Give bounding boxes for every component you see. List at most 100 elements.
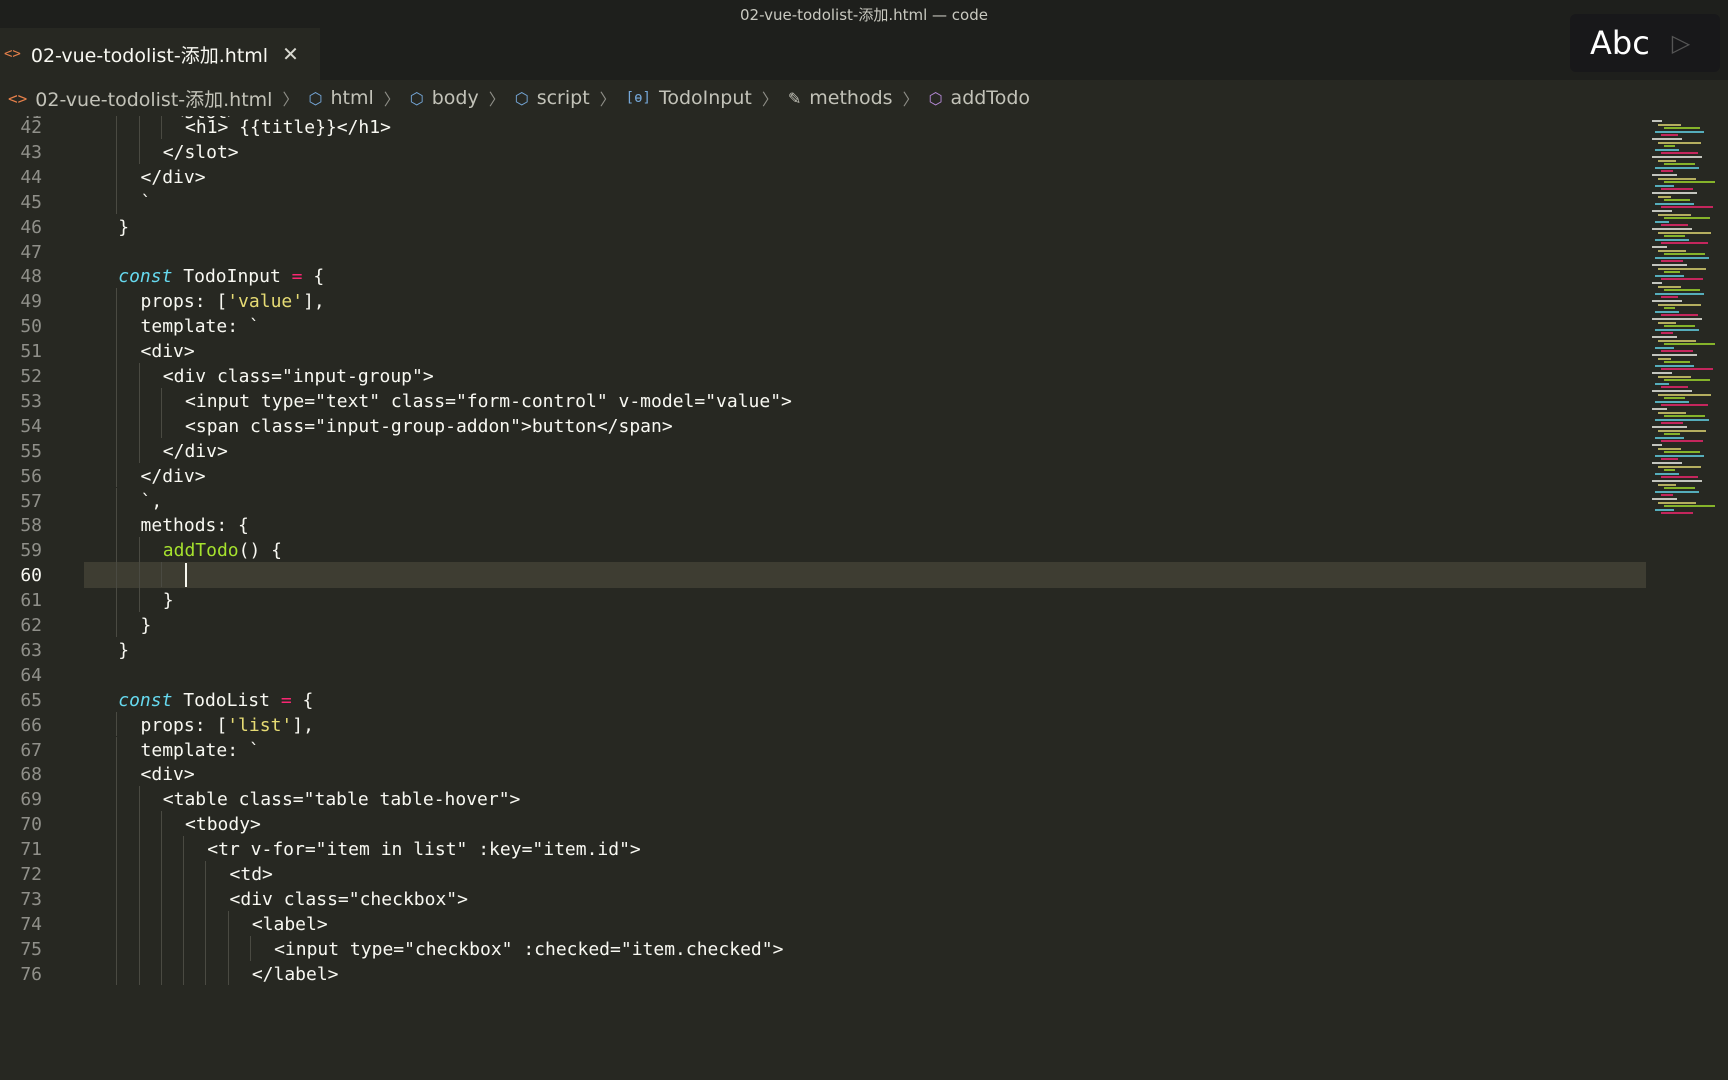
minimap-line bbox=[1655, 310, 1679, 313]
code-editor[interactable]: 4142434445464748495051525354555657585960… bbox=[0, 116, 1728, 1080]
minimap-line bbox=[1661, 242, 1708, 245]
minimap-line bbox=[1658, 267, 1706, 270]
minimap-line bbox=[1661, 512, 1693, 515]
line-number: 53 bbox=[20, 390, 42, 412]
indent-guide bbox=[205, 885, 207, 911]
breadcrumb-item[interactable]: ⬡ script 〉 bbox=[515, 86, 626, 110]
indent-guide bbox=[116, 786, 118, 812]
minimap-line bbox=[1661, 152, 1698, 155]
code-area[interactable]: <slot><h1> {{title}}</h1></slot></div>`}… bbox=[84, 116, 1644, 1080]
indent-guide bbox=[205, 910, 207, 936]
code-token-plain: ` bbox=[140, 191, 152, 213]
minimap-line bbox=[1652, 336, 1677, 338]
line-number: 68 bbox=[20, 764, 42, 786]
minimap-line bbox=[1664, 163, 1695, 166]
code-line: template: ` bbox=[141, 313, 260, 340]
code-line: props: ['list'], bbox=[141, 712, 314, 739]
line-number: 43 bbox=[20, 141, 42, 163]
breadcrumb-item[interactable]: [ɵ] TodoInput 〉 bbox=[626, 86, 788, 110]
indent-guide bbox=[116, 935, 118, 961]
line-number: 52 bbox=[20, 366, 42, 387]
line-number: 63 bbox=[20, 639, 42, 661]
minimap-line bbox=[1655, 382, 1669, 385]
chevron-right-icon: 〉 bbox=[383, 90, 400, 109]
code-token-plain: props: [ bbox=[140, 291, 228, 313]
minimap-line bbox=[1652, 372, 1672, 374]
code-line: `, bbox=[141, 488, 163, 515]
minimap-line bbox=[1664, 343, 1715, 346]
indent-guide bbox=[227, 960, 229, 986]
minimap[interactable] bbox=[1648, 116, 1728, 536]
indent-guide bbox=[138, 116, 140, 139]
minimap-line bbox=[1661, 494, 1673, 497]
breadcrumb-item[interactable]: <> 02-vue-todolist-添加.html 〉 bbox=[8, 85, 308, 112]
tab-editor-file[interactable]: <> 02-vue-todolist-添加.html ✕ bbox=[0, 28, 320, 80]
minimap-line bbox=[1655, 130, 1704, 133]
minimap-line bbox=[1664, 199, 1690, 202]
minimap-line bbox=[1658, 285, 1681, 288]
breadcrumb-item[interactable]: ⬡ html 〉 bbox=[308, 86, 409, 110]
breadcrumb-item[interactable]: ⬡ addTodo bbox=[929, 87, 1030, 109]
minimap-line bbox=[1658, 411, 1686, 414]
minimap-line bbox=[1652, 480, 1702, 482]
close-icon[interactable]: ✕ bbox=[282, 42, 299, 66]
breadcrumb-item[interactable]: ⬡ body 〉 bbox=[410, 86, 515, 110]
code-line: } bbox=[141, 612, 152, 639]
text-cursor bbox=[185, 563, 188, 588]
breadcrumb-label: addTodo bbox=[950, 87, 1030, 109]
indent-guide bbox=[138, 786, 140, 812]
code-line: <input type="checkbox" :checked="item.ch… bbox=[274, 936, 783, 963]
breadcrumb-label: 02-vue-todolist-添加.html bbox=[35, 88, 273, 111]
indent-guide bbox=[227, 910, 229, 936]
minimap-line bbox=[1652, 390, 1692, 392]
minimap-line bbox=[1661, 170, 1673, 173]
line-number: 59 bbox=[20, 540, 42, 562]
indent-guide bbox=[205, 960, 207, 986]
line-number: 42 bbox=[20, 117, 42, 138]
indent-guide bbox=[138, 910, 140, 936]
line-number: 60 bbox=[20, 565, 42, 587]
indent-guide bbox=[116, 188, 118, 214]
indent-guide bbox=[138, 885, 140, 911]
indent-guide bbox=[116, 811, 118, 837]
indent-guide bbox=[116, 836, 118, 861]
minimap-line bbox=[1652, 210, 1672, 212]
minimap-line bbox=[1664, 289, 1700, 292]
indent-guide bbox=[227, 935, 229, 961]
minimap-line bbox=[1652, 156, 1702, 158]
play-icon[interactable]: ▷ bbox=[1672, 29, 1690, 57]
code-token-plain: ], bbox=[292, 714, 314, 736]
code-line: ` bbox=[141, 189, 152, 216]
code-line: methods: { bbox=[141, 512, 249, 539]
line-number: 67 bbox=[20, 739, 42, 761]
minimap-line bbox=[1655, 346, 1674, 349]
code-line: } bbox=[118, 637, 129, 664]
minimap-line bbox=[1658, 231, 1711, 234]
minimap-line bbox=[1661, 476, 1698, 479]
code-token-plain: ], bbox=[303, 291, 325, 313]
minimap-line bbox=[1664, 451, 1700, 454]
minimap-line bbox=[1658, 249, 1686, 252]
minimap-line bbox=[1664, 397, 1685, 400]
code-line: </div> bbox=[141, 164, 206, 191]
minimap-line bbox=[1661, 422, 1683, 425]
line-number: 70 bbox=[20, 814, 42, 836]
breadcrumb: <> 02-vue-todolist-添加.html 〉 ⬡ html 〉 ⬡ body 〉 ⬡ s… bbox=[0, 80, 1728, 116]
indent-guide bbox=[138, 412, 140, 438]
minimap-line bbox=[1664, 505, 1715, 508]
minimap-line bbox=[1664, 469, 1675, 472]
line-number: 50 bbox=[20, 316, 42, 338]
line-number: 55 bbox=[20, 440, 42, 462]
indent-guide bbox=[116, 138, 118, 164]
line-number-gutter: 4142434445464748495051525354555657585960… bbox=[0, 116, 56, 1080]
minimap-line bbox=[1652, 282, 1662, 284]
minimap-line bbox=[1664, 271, 1680, 274]
code-token-plain: <div class="checkbox"> bbox=[229, 888, 468, 910]
minimap-line bbox=[1664, 487, 1695, 490]
breadcrumb-item[interactable]: ✎ methods 〉 bbox=[788, 86, 929, 110]
minimap-line bbox=[1658, 483, 1676, 486]
code-line: <span class="input-group-addon">button</… bbox=[185, 413, 673, 440]
indent-guide bbox=[160, 885, 162, 911]
indent-guide bbox=[116, 910, 118, 936]
indent-guide bbox=[116, 562, 118, 588]
